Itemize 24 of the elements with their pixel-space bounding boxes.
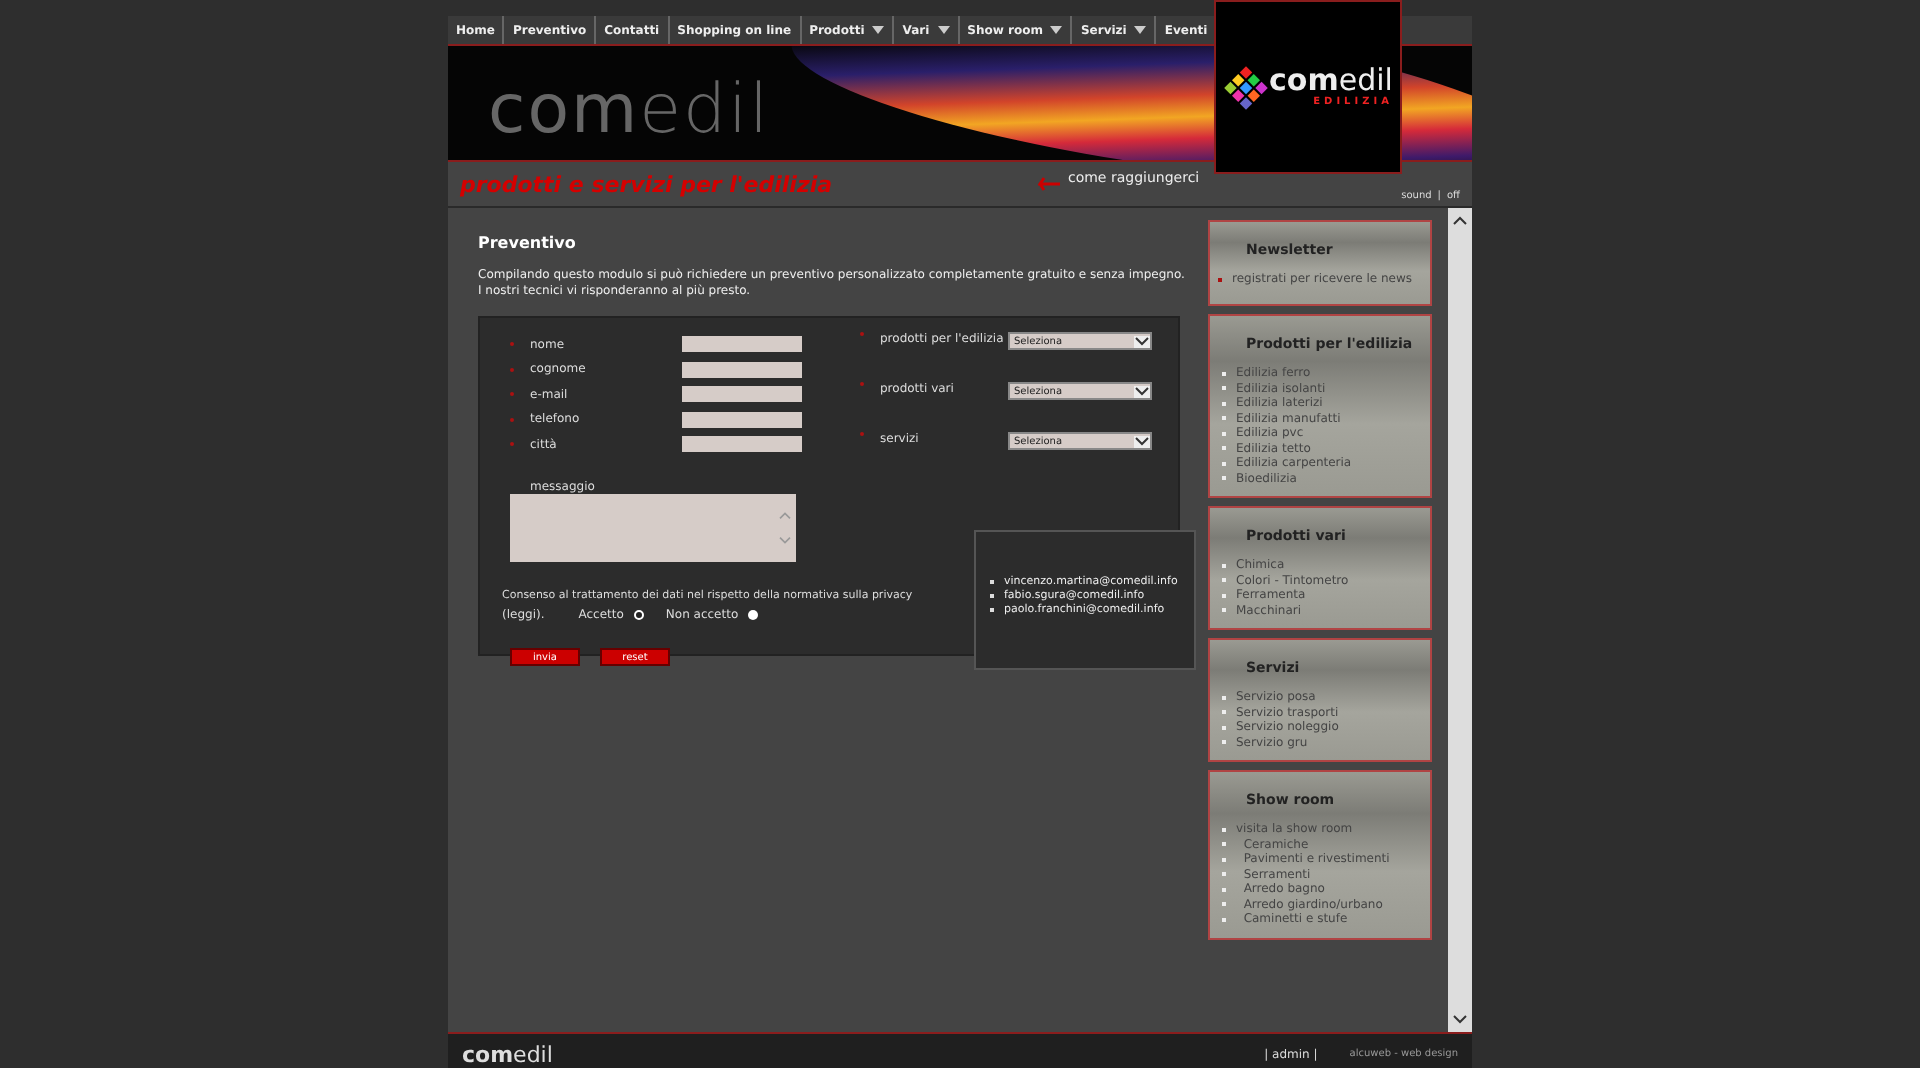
caret-icon — [1134, 26, 1147, 34]
input-field[interactable] — [682, 411, 802, 428]
footer-logo: comedil — [462, 1041, 553, 1067]
scroll-up-icon[interactable] — [1452, 214, 1468, 226]
caret-icon — [937, 26, 950, 34]
caret-icon — [1050, 26, 1063, 34]
caret-icon — [872, 26, 885, 34]
dropdown-caret-icon — [1134, 335, 1150, 347]
mosaic-logo-icon — [1223, 65, 1268, 109]
scroll-down-icon[interactable] — [1452, 1014, 1468, 1026]
input-field[interactable] — [682, 361, 802, 378]
dropdown-caret-icon — [1134, 385, 1150, 397]
input-field[interactable] — [682, 436, 802, 453]
radio-button[interactable] — [633, 610, 644, 620]
arrow-icon — [1037, 176, 1062, 192]
scrollbar[interactable] — [1448, 208, 1472, 1032]
radio-button[interactable] — [748, 610, 759, 620]
banner-wordmark: comedil — [488, 70, 771, 150]
page-title: prodotti e servizi per l'edilizia — [460, 171, 833, 197]
section-heading: Preventivo — [478, 234, 578, 252]
dropdown-caret-icon — [1134, 435, 1150, 447]
logo-wordmark: comedil — [1269, 66, 1393, 96]
input-field[interactable] — [682, 386, 802, 403]
input-field[interactable] — [682, 336, 802, 353]
